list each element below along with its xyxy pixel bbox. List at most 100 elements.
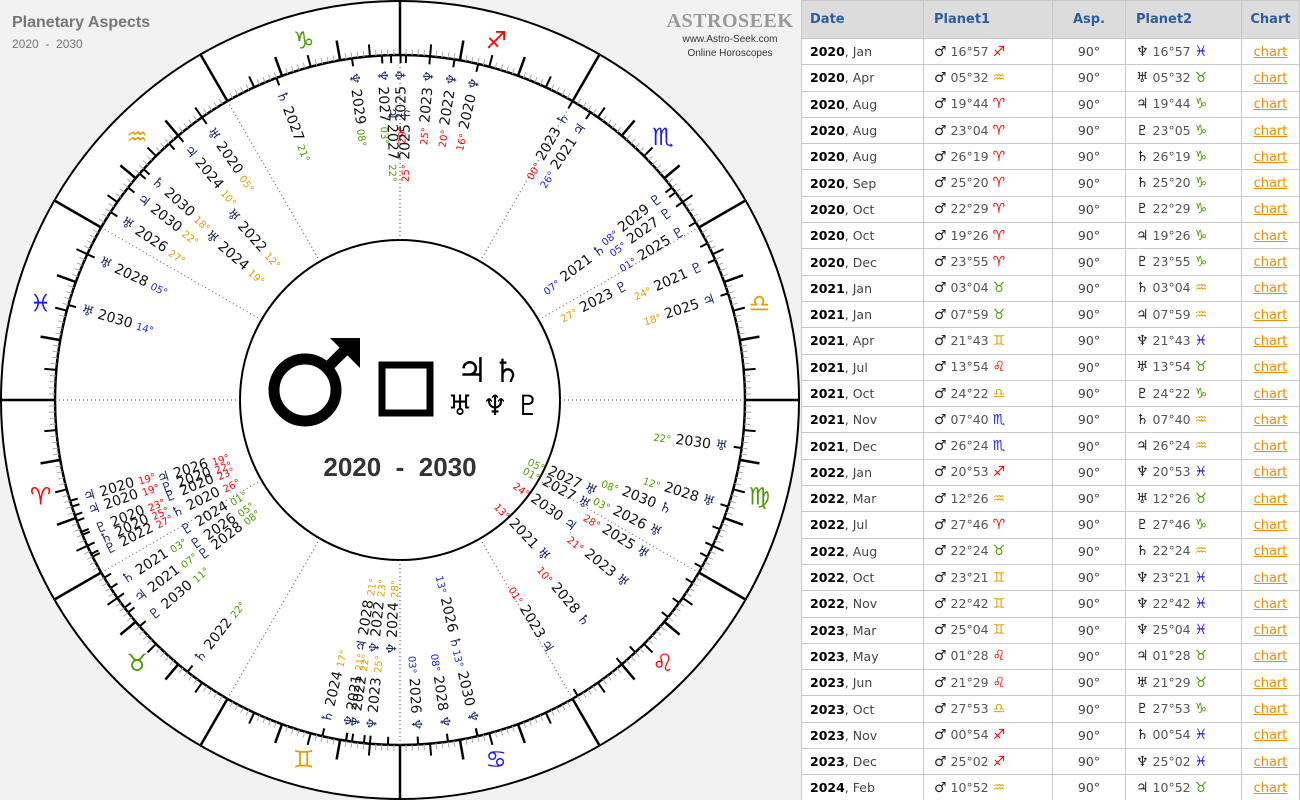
date-cell: 2020, Oct xyxy=(801,222,924,250)
chart-link[interactable]: chart xyxy=(1254,281,1288,296)
date-cell: 2022, Jan xyxy=(801,458,924,487)
chart-link[interactable]: chart xyxy=(1254,71,1288,86)
planet2-icon: ♆ xyxy=(1136,753,1149,770)
col-aspect[interactable]: Asp. xyxy=(1052,0,1126,39)
month: , Oct xyxy=(844,386,875,401)
mars-icon: ♂ xyxy=(934,280,947,297)
planet2-cell: ♇ 23°55 ♑ xyxy=(1125,248,1242,276)
col-date[interactable]: Date xyxy=(801,0,924,39)
planet2-icon: ♇ xyxy=(1136,516,1149,533)
astroseek-logo[interactable]: ASTROSEEK www.Astro-Seek.com Online Horo… xyxy=(660,10,800,61)
chart-link[interactable]: chart xyxy=(1254,334,1288,349)
planet2-cell: ♅ 13°54 ♉ xyxy=(1125,353,1242,381)
chart-link[interactable]: chart xyxy=(1254,229,1288,244)
table-row: 2020, Dec ♂ 23°55 ♈ 90° ♇ 23°55 ♑ chart xyxy=(801,248,1300,276)
planet1-cell: ♂ 25°04 ♊ xyxy=(923,616,1053,644)
mars-icon: ♂ xyxy=(934,543,947,560)
chart-link[interactable]: chart xyxy=(1254,623,1288,638)
chart-link[interactable]: chart xyxy=(1254,124,1288,139)
year: 2020 xyxy=(810,70,845,86)
planet1-degree: 01°28 xyxy=(950,648,989,664)
marker-year: 2026 xyxy=(405,673,423,718)
col-planet2[interactable]: Planet2 xyxy=(1125,0,1242,39)
year: 2020 xyxy=(810,175,845,191)
chart-link[interactable]: chart xyxy=(1254,176,1288,191)
chart-link[interactable]: chart xyxy=(1254,728,1288,743)
planet-glyph-icon: ♆ xyxy=(394,69,410,82)
chart-link[interactable]: chart xyxy=(1254,360,1288,375)
chart-link[interactable]: chart xyxy=(1254,387,1288,402)
year: 2021 xyxy=(810,412,845,428)
month: , Nov xyxy=(844,596,878,612)
planet2-degree: 21°29 xyxy=(1152,674,1191,690)
chart-cell: chart xyxy=(1241,116,1300,145)
chart-cell: chart xyxy=(1241,248,1300,276)
month: , Jan xyxy=(844,280,873,296)
planet1-sign-icon: ♎ xyxy=(992,385,1006,402)
aspect-cell: 90° xyxy=(1052,511,1126,539)
month: , Jul xyxy=(844,517,868,533)
planet2-icon: ♇ xyxy=(1136,122,1149,139)
degree-tick xyxy=(743,429,756,433)
chart-cell: chart xyxy=(1241,642,1300,671)
planet-glyph-icon: ♆ xyxy=(374,69,391,82)
chart-link[interactable]: chart xyxy=(1254,649,1288,664)
aspect-cell: 90° xyxy=(1052,379,1126,408)
aspect-cell: 90° xyxy=(1052,669,1126,697)
date-cell: 2020, Apr xyxy=(801,64,924,92)
planet2-cell: ♆ 21°43 ♓ xyxy=(1125,327,1242,355)
date-cell: 2022, Oct xyxy=(801,563,924,592)
planet2-sign-icon: ♉ xyxy=(1194,490,1208,507)
planet-position-tick xyxy=(350,58,355,67)
chart-link[interactable]: chart xyxy=(1254,150,1288,165)
planet1-cell: ♂ 23°04 ♈ xyxy=(923,116,1053,145)
chart-link[interactable]: chart xyxy=(1254,518,1288,533)
planet2-icon: ♆ xyxy=(1136,464,1149,481)
col-planet1[interactable]: Planet1 xyxy=(923,0,1053,39)
planet1-degree: 23°21 xyxy=(950,569,989,585)
table-row: 2021, Dec ♂ 26°24 ♏ 90° ♃ 26°24 ♒ chart xyxy=(801,432,1300,460)
chart-link[interactable]: chart xyxy=(1254,676,1288,691)
planet1-sign-icon: ♐ xyxy=(992,727,1006,744)
planet2-icon: ♆ xyxy=(1136,332,1149,349)
aspect-summary: ♃ ♄ ♅ ♆ ♇ xyxy=(268,338,541,427)
chart-link[interactable]: chart xyxy=(1254,755,1288,770)
chart-link[interactable]: chart xyxy=(1254,465,1288,480)
mars-icon: ♂ xyxy=(934,359,947,376)
mars-icon: ♂ xyxy=(934,569,947,586)
chart-link[interactable]: chart xyxy=(1254,45,1288,60)
chart-link[interactable]: chart xyxy=(1254,781,1288,796)
planet2-icon: ♄ xyxy=(1136,175,1149,192)
month: , Oct xyxy=(844,701,875,717)
chart-link[interactable]: chart xyxy=(1254,413,1288,428)
chart-link[interactable]: chart xyxy=(1254,97,1288,112)
col-chart[interactable]: Chart xyxy=(1241,0,1300,39)
planet2-sign-icon: ♒ xyxy=(1194,543,1208,560)
mars-icon: ♂ xyxy=(934,648,947,665)
chart-cell: chart xyxy=(1241,274,1300,302)
planet1-sign-icon: ♏ xyxy=(992,438,1006,455)
chart-link[interactable]: chart xyxy=(1254,597,1288,612)
table-row: 2021, Oct ♂ 24°22 ♎ 90° ♇ 24°22 ♑ chart xyxy=(801,379,1300,408)
chart-link[interactable]: chart xyxy=(1254,571,1288,586)
planet1-cell: ♂ 23°55 ♈ xyxy=(923,248,1053,276)
chart-link[interactable]: chart xyxy=(1254,308,1288,323)
year: 2024 xyxy=(810,780,845,796)
planet2-cell: ♃ 19°26 ♑ xyxy=(1125,222,1242,250)
table-row: 2020, Aug ♂ 19°44 ♈ 90° ♃ 19°44 ♑ chart xyxy=(801,90,1300,118)
chart-cell: chart xyxy=(1241,721,1300,750)
chart-link[interactable]: chart xyxy=(1254,439,1288,454)
chart-link[interactable]: chart xyxy=(1254,255,1288,270)
planet2-degree: 21°43 xyxy=(1152,332,1191,348)
aspect-cell: 90° xyxy=(1052,748,1126,776)
table-row: 2023, Jun ♂ 21°29 ♌ 90° ♅ 21°29 ♉ chart xyxy=(801,669,1300,697)
chart-link[interactable]: chart xyxy=(1254,544,1288,559)
chart-link[interactable]: chart xyxy=(1254,492,1288,507)
chart-link[interactable]: chart xyxy=(1254,702,1288,717)
table-row: 2022, Oct ♂ 23°21 ♊ 90° ♆ 23°21 ♓ chart xyxy=(801,563,1300,592)
planet1-degree: 27°53 xyxy=(950,701,989,717)
planet1-sign-icon: ♐ xyxy=(992,464,1006,481)
chart-link[interactable]: chart xyxy=(1254,202,1288,217)
degree-tick xyxy=(743,362,750,365)
aspects-table-panel: Date Planet1 Asp. Planet2 Chart 2020 , Ja… xyxy=(801,0,1300,800)
